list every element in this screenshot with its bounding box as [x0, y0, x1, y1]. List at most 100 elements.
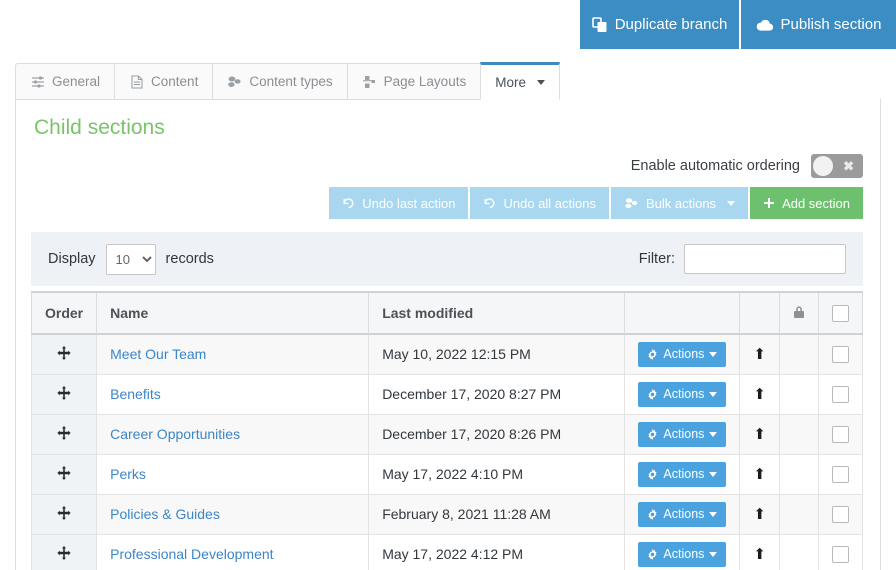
bulk-actions-button[interactable]: Bulk actions	[611, 187, 748, 219]
row-select-cell	[818, 374, 862, 414]
row-actions-label: Actions	[663, 387, 704, 401]
row-actions-button[interactable]: Actions	[638, 422, 726, 447]
cloud-upload-icon	[756, 18, 774, 32]
lock-icon	[793, 305, 805, 319]
move-icon[interactable]	[57, 506, 71, 520]
row-actions-cell: Actions	[625, 374, 740, 414]
toggle-knob	[813, 156, 833, 176]
chevron-down-icon	[709, 472, 717, 477]
section-toolbar: Undo last action Undo all actions Bulk a…	[329, 187, 863, 219]
arrow-up-icon[interactable]: ⬆	[753, 385, 766, 403]
row-actions-cell: Actions	[625, 454, 740, 494]
row-actions-label: Actions	[663, 427, 704, 441]
column-header-last-modified[interactable]: Last modified	[369, 292, 625, 334]
row-move-up-cell[interactable]: ⬆	[740, 374, 780, 414]
row-actions-button[interactable]: Actions	[638, 462, 726, 487]
tab-more[interactable]: More	[480, 62, 560, 100]
auto-ordering-toggle[interactable]: ✖	[811, 154, 863, 178]
move-icon[interactable]	[57, 426, 71, 440]
section-link[interactable]: Benefits	[110, 386, 161, 402]
row-actions-button[interactable]: Actions	[638, 342, 726, 367]
row-move-up-cell[interactable]: ⬆	[740, 494, 780, 534]
row-drag-handle-cell[interactable]	[32, 334, 97, 374]
arrow-up-icon[interactable]: ⬆	[753, 545, 766, 563]
row-name-cell: Benefits	[97, 374, 369, 414]
row-checkbox[interactable]	[832, 466, 849, 483]
row-move-up-cell[interactable]: ⬆	[740, 534, 780, 570]
row-drag-handle-cell[interactable]	[32, 534, 97, 570]
sitemap-icon	[362, 74, 377, 89]
tab-bar: General Content Content types	[15, 62, 560, 100]
row-lock-cell	[779, 414, 818, 454]
section-link[interactable]: Policies & Guides	[110, 506, 220, 522]
move-icon[interactable]	[57, 346, 71, 360]
undo-last-action-button[interactable]: Undo last action	[329, 187, 468, 219]
tab-more-label: More	[495, 75, 526, 90]
filter-input[interactable]	[684, 244, 846, 274]
row-actions-button[interactable]: Actions	[638, 502, 726, 527]
row-select-cell	[818, 494, 862, 534]
row-checkbox[interactable]	[832, 506, 849, 523]
row-actions-label: Actions	[663, 547, 704, 561]
row-move-up-cell[interactable]: ⬆	[740, 414, 780, 454]
arrow-up-icon[interactable]: ⬆	[753, 505, 766, 523]
column-header-name[interactable]: Name	[97, 292, 369, 334]
close-icon: ✖	[843, 160, 854, 173]
add-section-button[interactable]: Add section	[750, 187, 863, 219]
row-drag-handle-cell[interactable]	[32, 454, 97, 494]
gear-icon	[647, 549, 658, 560]
row-actions-cell: Actions	[625, 534, 740, 570]
undo-all-actions-button[interactable]: Undo all actions	[470, 187, 609, 219]
gear-icon	[647, 349, 658, 360]
move-icon[interactable]	[57, 466, 71, 480]
row-move-up-cell[interactable]: ⬆	[740, 454, 780, 494]
row-checkbox[interactable]	[832, 386, 849, 403]
column-header-order[interactable]: Order	[32, 292, 97, 334]
select-all-checkbox[interactable]	[832, 305, 849, 322]
chevron-down-icon	[709, 512, 717, 517]
publish-section-button[interactable]: Publish section	[741, 0, 896, 49]
row-actions-button[interactable]: Actions	[638, 382, 726, 407]
filter-label: Filter:	[639, 251, 675, 267]
row-checkbox[interactable]	[832, 426, 849, 443]
arrow-up-icon[interactable]: ⬆	[753, 345, 766, 363]
auto-ordering-label: Enable automatic ordering	[631, 158, 800, 174]
move-icon[interactable]	[57, 546, 71, 560]
tab-page-layouts[interactable]: Page Layouts	[347, 63, 481, 100]
file-icon	[129, 74, 144, 89]
section-link[interactable]: Professional Development	[110, 546, 273, 562]
table-body: Meet Our Team May 10, 2022 12:15 PM Acti…	[32, 334, 863, 570]
move-icon[interactable]	[57, 386, 71, 400]
row-lock-cell	[779, 374, 818, 414]
row-actions-label: Actions	[663, 507, 704, 521]
tab-content[interactable]: Content	[114, 63, 212, 100]
gear-icon	[647, 509, 658, 520]
chevron-down-icon	[709, 352, 717, 357]
tab-content-types[interactable]: Content types	[212, 63, 346, 100]
row-drag-handle-cell[interactable]	[32, 414, 97, 454]
row-checkbox[interactable]	[832, 346, 849, 363]
cubes-icon	[227, 74, 242, 89]
row-select-cell	[818, 414, 862, 454]
row-checkbox[interactable]	[832, 546, 849, 563]
row-actions-button[interactable]: Actions	[638, 542, 726, 567]
child-sections-table: Order Name Last modified	[31, 291, 863, 570]
row-drag-handle-cell[interactable]	[32, 374, 97, 414]
section-link[interactable]: Meet Our Team	[110, 346, 206, 362]
add-section-label: Add section	[782, 196, 850, 211]
tab-content-label: Content	[151, 74, 198, 89]
row-name-cell: Meet Our Team	[97, 334, 369, 374]
chevron-down-icon	[709, 392, 717, 397]
arrow-up-icon[interactable]: ⬆	[753, 465, 766, 483]
section-link[interactable]: Career Opportunities	[110, 426, 240, 442]
row-move-up-cell[interactable]: ⬆	[740, 334, 780, 374]
arrow-up-icon[interactable]: ⬆	[753, 425, 766, 443]
tab-general[interactable]: General	[15, 63, 114, 100]
row-actions-cell: Actions	[625, 494, 740, 534]
plus-icon	[763, 197, 775, 209]
page-size-select[interactable]: 10	[106, 244, 156, 275]
section-link[interactable]: Perks	[110, 466, 146, 482]
row-drag-handle-cell[interactable]	[32, 494, 97, 534]
row-select-cell	[818, 534, 862, 570]
duplicate-branch-button[interactable]: Duplicate branch	[580, 0, 739, 49]
